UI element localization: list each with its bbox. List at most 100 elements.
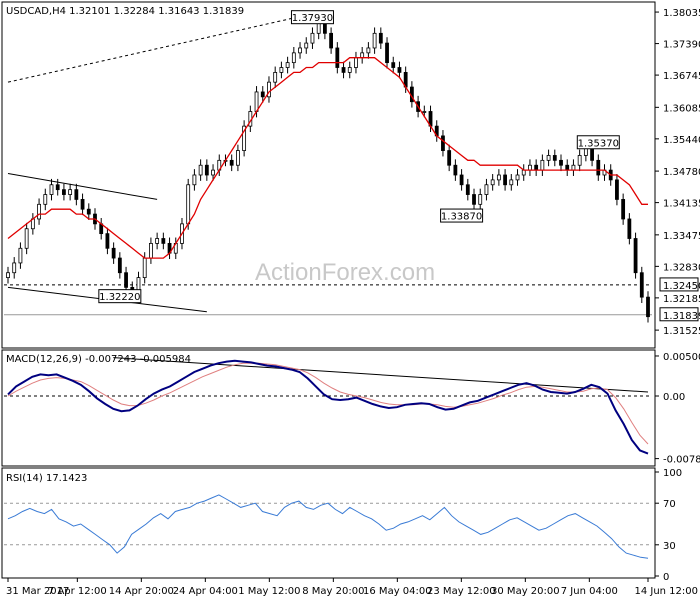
candle-body: [378, 32, 383, 44]
candle-body: [646, 296, 650, 318]
x-tick-label: 7 Jun 04:00: [561, 586, 618, 597]
candle-body: [360, 52, 365, 59]
y-tick-label: 100: [663, 468, 682, 479]
annotation-label: 1.33870: [441, 212, 482, 223]
annotation-label: 1.37930: [292, 13, 333, 24]
chart-figure: ActionForex.com USDCAD,H4 1.32101 1.3228…: [0, 0, 700, 600]
candle-body: [515, 174, 520, 181]
y-tick-label: 1.32830: [663, 262, 700, 273]
candle-body: [366, 47, 371, 54]
macd-header: MACD(12,26,9) -0.007243 -0.005984: [6, 354, 191, 365]
candle-body: [304, 42, 309, 49]
y-tick-label: 1.35440: [663, 135, 700, 146]
candle-body: [490, 179, 495, 186]
candle-body: [391, 62, 396, 68]
candle-body: [229, 159, 234, 166]
macd-line: [7, 359, 649, 455]
watermark: ActionForex.com: [255, 259, 435, 286]
candle-body: [335, 47, 340, 68]
candle-body: [322, 23, 327, 34]
candle-body: [142, 257, 147, 278]
y-tick-label: 1.37390: [663, 40, 700, 51]
annotation-label: 1.32220: [99, 292, 140, 303]
candle-body: [509, 179, 514, 186]
candle-body: [496, 174, 501, 181]
candle-body: [615, 179, 619, 200]
candle-body: [80, 199, 85, 210]
candle-body: [639, 272, 644, 298]
candle-body: [341, 67, 346, 73]
y-tick-label: 1.33475: [663, 231, 700, 242]
candle-body: [186, 184, 191, 225]
x-tick-label: 14 Apr 20:00: [109, 586, 174, 597]
candle-body: [465, 184, 470, 195]
candle-body: [596, 159, 601, 176]
x-tick-label: 7 Apr 12:00: [48, 586, 107, 597]
candle-body: [347, 67, 352, 73]
y-tick-label: 1.36745: [663, 71, 700, 82]
candle-body: [291, 52, 296, 64]
chart-svg: ActionForex.com USDCAD,H4 1.32101 1.3228…: [1, 1, 700, 597]
candle-body: [149, 242, 153, 259]
candle-body: [571, 164, 576, 171]
x-tick-label: 24 Apr 04:00: [173, 586, 238, 597]
level-value-label: 1.31839: [663, 311, 700, 322]
candle-body: [285, 62, 290, 68]
price-annotation: 1.35370: [576, 135, 620, 150]
candle-body: [453, 164, 458, 176]
candle-body: [298, 47, 302, 54]
candle-body: [329, 32, 334, 49]
candle-body: [540, 159, 545, 171]
candle-body: [447, 150, 452, 166]
price-plot: 1.37930 1.35370 1.33870 1.32220 1.38035 1.373…: [4, 8, 700, 337]
candle-body: [534, 164, 539, 171]
candle-body: [422, 111, 427, 113]
rsi-header: RSI(14) 17.1423: [6, 473, 87, 484]
y-tick-label: 0.00: [663, 392, 685, 403]
y-tick-label: 0: [663, 572, 669, 583]
y-tick-label: 1.38035: [663, 8, 700, 19]
candle-body: [86, 208, 91, 215]
candle-body: [459, 174, 464, 186]
price-annotation: 1.33870: [440, 208, 484, 223]
y-tick-label: 0.005003: [663, 352, 700, 363]
candle-body: [236, 150, 240, 166]
macd-trendline: [113, 357, 649, 393]
x-tick-label: 30 May 20:00: [491, 586, 560, 597]
candle-body: [559, 159, 563, 166]
candle-body: [155, 238, 160, 244]
candle-body: [55, 184, 60, 191]
candle-body: [565, 164, 570, 171]
candle-body: [117, 257, 122, 274]
candle-body: [385, 42, 389, 64]
candle-body: [478, 194, 483, 205]
candle-body: [546, 155, 551, 161]
candle-body: [37, 203, 41, 220]
candle-body: [192, 174, 197, 186]
candle-body: [6, 272, 10, 279]
x-tick-label: 23 May 12:00: [427, 586, 496, 597]
candle-body: [310, 32, 315, 44]
candle-body: [124, 272, 128, 288]
rsi-panel-frame: [1, 467, 656, 579]
macd-plot: 0.005003 0.00 -0.007826: [4, 352, 700, 466]
y-tick-label: 1.32185: [663, 294, 700, 305]
candle-body: [254, 91, 259, 112]
candle-body: [484, 184, 489, 195]
rsi-line: [7, 494, 649, 559]
price-annotation: 1.37930: [290, 10, 334, 24]
candle-body: [279, 67, 284, 73]
candle-body: [62, 189, 66, 195]
candle-body: [68, 189, 73, 195]
candle-body: [204, 164, 209, 176]
candle-body: [273, 72, 278, 83]
candle-body: [354, 57, 358, 68]
y-tick-label: 1.34780: [663, 167, 700, 178]
y-tick-label: -0.007826: [663, 455, 700, 466]
candle-body: [552, 155, 557, 161]
level-value-label: 1.32450: [663, 281, 700, 292]
candle-body: [161, 238, 166, 244]
candle-body: [577, 155, 582, 166]
x-tick-label: 1 May 12:00: [238, 586, 300, 597]
candle-body: [621, 199, 626, 220]
